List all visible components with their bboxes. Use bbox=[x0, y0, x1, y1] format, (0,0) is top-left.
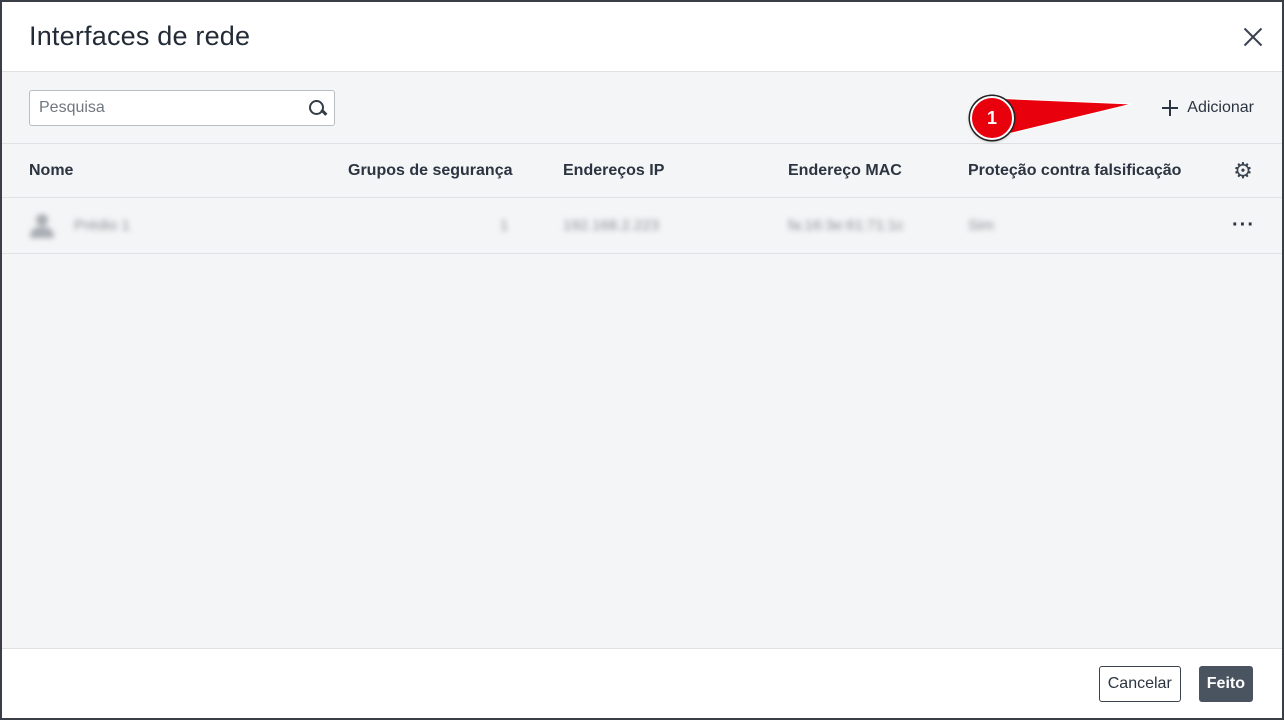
column-header-ip-addresses[interactable]: Endereços IP bbox=[563, 162, 664, 180]
annotation-badge: 1 bbox=[970, 96, 1014, 140]
table-header: Nome Grupos de segurança Endereços IP En… bbox=[2, 144, 1282, 198]
add-button-label: Adicionar bbox=[1187, 98, 1254, 116]
close-icon[interactable] bbox=[1238, 22, 1268, 52]
done-button[interactable]: Feito bbox=[1198, 665, 1253, 702]
row-name: Prédio 1 bbox=[74, 217, 130, 234]
plus-icon bbox=[1162, 99, 1179, 116]
network-interfaces-dialog: Interfaces de rede 1 Adicionar Nome Grup… bbox=[2, 2, 1282, 718]
dialog-footer: Cancelar Feito bbox=[2, 648, 1282, 718]
search-icon[interactable] bbox=[308, 99, 326, 117]
row-spoof-protection: Sim bbox=[968, 217, 994, 234]
column-header-name[interactable]: Nome bbox=[29, 162, 73, 180]
gear-icon[interactable]: ⚙ bbox=[1232, 158, 1254, 183]
search-input[interactable] bbox=[39, 98, 308, 117]
row-mac-address: fa:16:3e:61:71:1c bbox=[788, 217, 904, 234]
toolbar: 1 Adicionar bbox=[2, 72, 1282, 144]
dialog-header: Interfaces de rede bbox=[2, 2, 1282, 72]
row-ip-address: 192.168.2.223 bbox=[563, 217, 659, 234]
cancel-button[interactable]: Cancelar bbox=[1098, 665, 1181, 702]
dialog-title: Interfaces de rede bbox=[29, 21, 251, 51]
add-button[interactable]: Adicionar bbox=[1162, 99, 1254, 117]
table-row[interactable]: Prédio 1 1 192.168.2.223 fa:16:3e:61:71:… bbox=[2, 198, 1282, 254]
column-header-security-groups[interactable]: Grupos de segurança bbox=[348, 162, 513, 180]
user-icon bbox=[28, 212, 56, 240]
row-security-groups: 1 bbox=[500, 217, 509, 234]
column-header-spoof-protection[interactable]: Proteção contra falsificação bbox=[968, 162, 1181, 180]
search-box[interactable] bbox=[29, 89, 335, 126]
column-header-mac-address[interactable]: Endereço MAC bbox=[788, 162, 902, 180]
more-icon[interactable]: ··· bbox=[1232, 214, 1255, 237]
interfaces-table: Nome Grupos de segurança Endereços IP En… bbox=[2, 144, 1282, 648]
